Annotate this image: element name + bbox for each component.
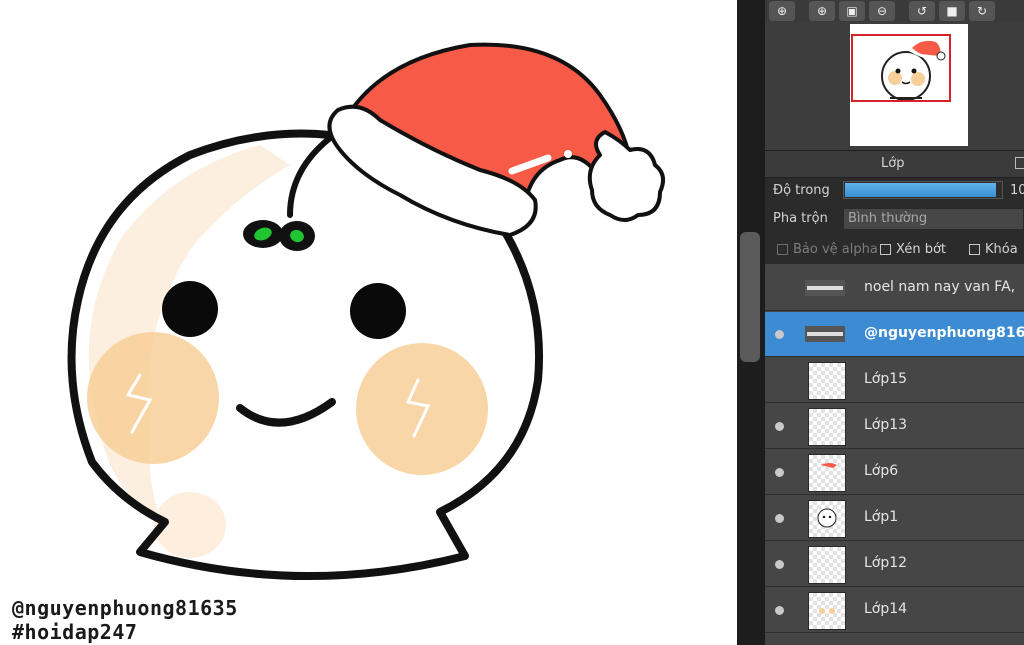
eye-left	[162, 281, 218, 337]
checkbox-box	[777, 244, 788, 255]
visibility-eye-icon[interactable]	[775, 560, 784, 569]
layer-row[interactable]: @nguyenphuong81635	[765, 312, 1024, 357]
layer-name: Lớp15	[864, 371, 908, 387]
layer-thumbnail	[805, 280, 845, 296]
layer-panel-title: Lớp	[881, 156, 905, 171]
layer-name: Lớp1	[864, 509, 899, 525]
watermark-handle: @nguyenphuong81635	[12, 596, 238, 620]
layer-name: Lớp12	[864, 555, 908, 571]
lock-checkbox[interactable]: Khóa	[969, 242, 1018, 257]
blush-right	[356, 343, 488, 475]
clipping-checkbox[interactable]: Xén bớt	[880, 242, 946, 257]
checkbox-box	[880, 244, 891, 255]
layer-thumbnail	[808, 500, 846, 538]
layer-options-row: Bảo vệ alpha Xén bớt Khóa	[765, 236, 1024, 262]
layer-row[interactable]: Lớp13	[765, 404, 1024, 449]
layer-row[interactable]: Lớp14	[765, 588, 1024, 633]
visibility-eye-icon[interactable]	[775, 422, 784, 431]
layer-thumbnail	[808, 408, 846, 446]
opacity-row: Độ trong 100%	[765, 178, 1024, 204]
visibility-eye-icon[interactable]	[775, 330, 784, 339]
opacity-value: 100%	[1010, 183, 1024, 198]
rotate-right-icon[interactable]: ↻	[969, 1, 995, 21]
navigator-thumbnail[interactable]	[850, 24, 968, 146]
clipping-label: Xén bớt	[896, 242, 946, 257]
drawing-canvas[interactable]: @nguyenphuong81635 #hoidap247	[0, 0, 737, 645]
watermark-hashtag: #hoidap247	[12, 620, 138, 644]
layer-thumbnail	[808, 454, 846, 492]
zoom-fit-icon[interactable]: ⊕	[769, 1, 795, 21]
right-panel: ⊕ ⊕ ▣ ⊖ ↺ ■ ↻ Lớp Độ trong 10 Pha trộn B…	[737, 0, 1024, 645]
navigator-panel	[765, 22, 1024, 150]
character-illustration	[67, 42, 666, 581]
layer-row[interactable]: Lớp12	[765, 542, 1024, 587]
panel-menu-icon[interactable]	[1015, 157, 1024, 169]
fit-window-icon[interactable]: ▣	[839, 1, 865, 21]
layer-name: noel nam nay van FA,	[864, 279, 1016, 295]
layer-thumbnail	[808, 546, 846, 584]
vertical-scrollbar[interactable]	[737, 0, 765, 645]
layer-row[interactable]: noel nam nay van FA,	[765, 266, 1024, 311]
zoom-out-icon[interactable]: ⊖	[869, 1, 895, 21]
opacity-slider[interactable]	[843, 181, 1003, 199]
protect-alpha-checkbox[interactable]: Bảo vệ alpha	[777, 242, 878, 257]
visibility-eye-icon[interactable]	[775, 606, 784, 615]
opacity-slider-fill	[845, 183, 996, 197]
layer-row[interactable]: Lớp1	[765, 496, 1024, 541]
blend-label: Pha trộn	[773, 211, 828, 226]
opacity-label: Độ trong	[773, 183, 830, 198]
checkbox-box	[969, 244, 980, 255]
layer-panel-header: Lớp	[765, 150, 1024, 178]
visibility-eye-icon[interactable]	[775, 468, 784, 477]
layer-thumbnail	[805, 326, 845, 342]
blend-row: Pha trộn Bình thường	[765, 206, 1024, 232]
layer-thumbnail	[808, 362, 846, 400]
visibility-eye-icon[interactable]	[775, 514, 784, 523]
layer-list: noel nam nay van FA, @nguyenphuong81635 Lớ…	[765, 264, 1024, 645]
navigator-toolbar: ⊕ ⊕ ▣ ⊖ ↺ ■ ↻	[765, 0, 1024, 22]
rotate-left-icon[interactable]: ↺	[909, 1, 935, 21]
actual-size-icon[interactable]: ■	[939, 1, 965, 21]
protect-alpha-label: Bảo vệ alpha	[793, 242, 878, 257]
blend-mode-select[interactable]: Bình thường	[843, 208, 1024, 230]
layer-name: @nguyenphuong81635	[864, 325, 1024, 341]
blush-left	[87, 332, 219, 464]
layer-thumbnail	[808, 592, 846, 630]
layer-name: Lớp14	[864, 601, 908, 617]
hat-pompom	[587, 130, 666, 222]
layer-name: Lớp6	[864, 463, 899, 479]
layer-row[interactable]: Lớp15	[765, 358, 1024, 403]
viewport-rectangle[interactable]	[851, 34, 951, 102]
layer-name: Lớp13	[864, 417, 908, 433]
zoom-in-icon[interactable]: ⊕	[809, 1, 835, 21]
layer-row[interactable]: Lớp6	[765, 450, 1024, 495]
lock-label: Khóa	[985, 242, 1018, 257]
scrollbar-thumb[interactable]	[740, 232, 760, 362]
eye-right	[350, 283, 406, 339]
